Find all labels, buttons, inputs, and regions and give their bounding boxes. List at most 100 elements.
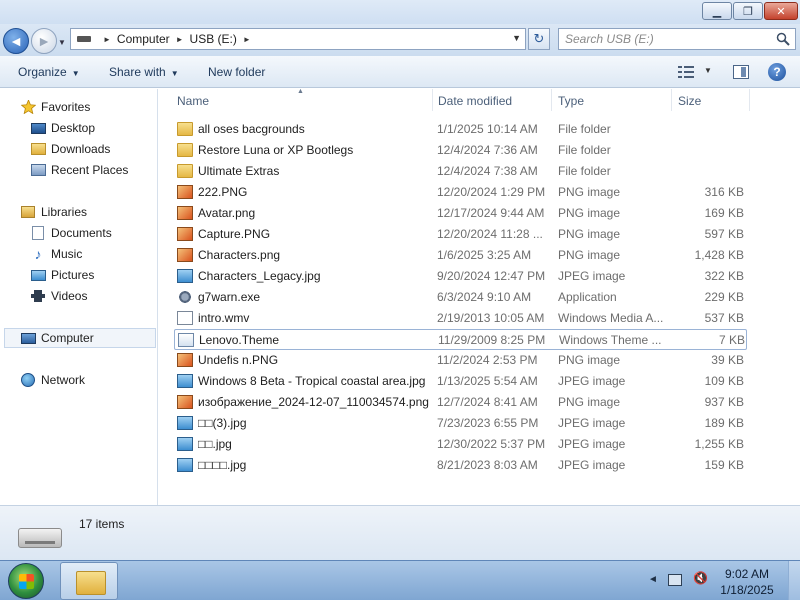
file-row[interactable]: Lenovo.Theme 11/29/2009 8:25 PM Windows Th…: [174, 329, 747, 350]
nav-music[interactable]: ♪ Music: [0, 244, 83, 264]
file-row[interactable]: intro.wmv 2/19/2013 10:05 AM Windows Media…: [174, 308, 747, 329]
file-date-modified: 11/29/2009 8:25 PM: [438, 333, 546, 347]
chevron-down-icon: ▼: [170, 69, 179, 78]
file-date-modified: 1/1/2025 10:14 AM: [437, 122, 538, 136]
search-icon[interactable]: [776, 32, 790, 46]
search-box[interactable]: [558, 28, 796, 50]
address-bar[interactable]: ► Computer ► USB (E:) ► ▼: [70, 28, 526, 50]
show-hidden-icons-icon[interactable]: ◄: [648, 574, 658, 585]
column-header-date-modified[interactable]: Date modified: [438, 94, 512, 108]
file-row[interactable]: □□.jpg 12/30/2022 5:37 PM JPEG image 1,255 …: [174, 434, 747, 455]
file-row[interactable]: Capture.PNG 12/20/2024 11:28 ... PNG image…: [174, 224, 747, 245]
column-divider[interactable]: [749, 89, 750, 111]
nav-computer[interactable]: Computer: [4, 328, 156, 348]
theme-file-icon: [178, 333, 194, 347]
nav-label: Music: [51, 247, 83, 261]
png-file-icon: [177, 248, 193, 262]
file-name: Characters.png: [198, 248, 281, 262]
breadcrumb-separator[interactable]: ►: [103, 35, 111, 44]
column-header-name[interactable]: Name: [177, 94, 209, 108]
details-pane: 17 items: [0, 505, 800, 560]
close-button[interactable]: ✕: [764, 2, 798, 20]
view-options-chevron-icon[interactable]: ▼: [704, 66, 712, 75]
new-folder-button[interactable]: New folder: [208, 65, 265, 79]
file-row[interactable]: Ultimate Extras 12/4/2024 7:38 AM File fol…: [174, 161, 747, 182]
minimize-icon: ▁: [712, 5, 722, 18]
file-row[interactable]: 222.PNG 12/20/2024 1:29 PM PNG image 316 KB: [174, 182, 747, 203]
column-divider[interactable]: [671, 89, 672, 111]
breadcrumb-usb-drive[interactable]: USB (E:): [190, 32, 237, 46]
recent-places-icon: [30, 163, 46, 177]
maximize-button[interactable]: ❐: [733, 2, 763, 20]
network-status-icon[interactable]: [668, 574, 682, 586]
nav-videos[interactable]: Videos: [0, 286, 87, 306]
file-row[interactable]: Characters.png 1/6/2025 3:25 AM PNG image 1…: [174, 245, 747, 266]
minimize-button[interactable]: ▁: [702, 2, 732, 20]
system-clock[interactable]: 9:02 AM 1/18/2025: [714, 566, 780, 598]
preview-pane-icon[interactable]: [733, 65, 749, 79]
refresh-button[interactable]: ↻: [528, 28, 550, 50]
nav-documents[interactable]: Documents: [0, 223, 112, 243]
forward-button[interactable]: ►: [31, 28, 57, 54]
breadcrumb-separator[interactable]: ►: [243, 35, 251, 44]
address-dropdown-icon[interactable]: ▼: [512, 33, 521, 43]
breadcrumb-computer[interactable]: Computer: [117, 32, 170, 46]
nav-pictures[interactable]: Pictures: [0, 265, 94, 285]
share-with-label: Share with: [109, 65, 166, 79]
file-row[interactable]: Characters_Legacy.jpg 9/20/2024 12:47 PM J…: [174, 266, 747, 287]
file-name: Capture.PNG: [198, 227, 271, 241]
jpeg-file-icon: [177, 374, 193, 388]
file-size: 537 KB: [704, 311, 744, 325]
nav-desktop[interactable]: Desktop: [0, 118, 95, 138]
search-input[interactable]: [559, 29, 764, 49]
nav-label: Desktop: [51, 121, 96, 135]
column-divider[interactable]: [551, 89, 552, 111]
nav-recent-places[interactable]: Recent Places: [0, 160, 128, 180]
nav-network[interactable]: Network: [0, 370, 85, 390]
recent-pages-dropdown-icon[interactable]: ▼: [58, 38, 66, 47]
back-arrow-icon: ◄: [9, 33, 23, 49]
png-file-icon: [177, 185, 193, 199]
show-desktop-button[interactable]: [788, 561, 800, 600]
help-icon[interactable]: ?: [768, 63, 786, 81]
nav-label: Recent Places: [51, 163, 129, 177]
file-row[interactable]: □□□□.jpg 8/21/2023 8:03 AM JPEG image 159 K…: [174, 455, 747, 476]
start-button[interactable]: [8, 563, 44, 599]
taskbar: ◄ 🔇 9:02 AM 1/18/2025: [0, 560, 800, 600]
nav-downloads[interactable]: Downloads: [0, 139, 110, 159]
nav-libraries[interactable]: Libraries: [0, 202, 87, 222]
file-row[interactable]: Windows 8 Beta - Tropical coastal area.j…: [174, 371, 747, 392]
column-divider[interactable]: [432, 89, 433, 111]
downloads-folder-icon: [30, 142, 46, 156]
share-with-button[interactable]: Share with ▼: [109, 65, 179, 79]
column-header-type[interactable]: Type: [558, 94, 584, 108]
change-view-icon[interactable]: [678, 66, 694, 78]
file-size: 1,255 KB: [694, 437, 744, 451]
taskbar-explorer-button[interactable]: [60, 562, 118, 600]
file-row[interactable]: Undefis n.PNG 11/2/2024 2:53 PM PNG image 3…: [174, 350, 747, 371]
nav-favorites[interactable]: Favorites: [0, 97, 90, 117]
file-row[interactable]: all oses bacgrounds 1/1/2025 10:14 AM File…: [174, 119, 747, 140]
item-count: 17 items: [79, 517, 125, 531]
column-header-size[interactable]: Size: [678, 94, 701, 108]
network-globe-icon: [20, 373, 36, 387]
file-row[interactable]: изображение_2024-12-07_110034574.png 12/7…: [174, 392, 747, 413]
file-name: intro.wmv: [198, 311, 250, 325]
png-file-icon: [177, 206, 193, 220]
file-row[interactable]: Restore Luna or XP Bootlegs 12/4/2024 7:3…: [174, 140, 747, 161]
file-row[interactable]: □□(3).jpg 7/23/2023 6:55 PM JPEG image 189 …: [174, 413, 747, 434]
file-size: 1,428 KB: [694, 248, 744, 262]
forward-arrow-icon: ►: [37, 33, 51, 49]
file-row[interactable]: g7warn.exe 6/3/2024 9:10 AM Application 229…: [174, 287, 747, 308]
file-date-modified: 8/21/2023 8:03 AM: [437, 458, 538, 472]
file-name: Ultimate Extras: [198, 164, 280, 178]
file-row[interactable]: Avatar.png 12/17/2024 9:44 AM PNG image 169…: [174, 203, 747, 224]
usb-drive-icon: [18, 528, 62, 548]
volume-muted-icon[interactable]: 🔇: [693, 571, 708, 585]
star-icon: [20, 100, 36, 114]
nav-label: Pictures: [51, 268, 95, 282]
organize-button[interactable]: Organize ▼: [18, 65, 80, 79]
file-date-modified: 2/19/2013 10:05 AM: [437, 311, 545, 325]
back-button[interactable]: ◄: [3, 28, 29, 54]
breadcrumb-separator[interactable]: ►: [176, 35, 184, 44]
